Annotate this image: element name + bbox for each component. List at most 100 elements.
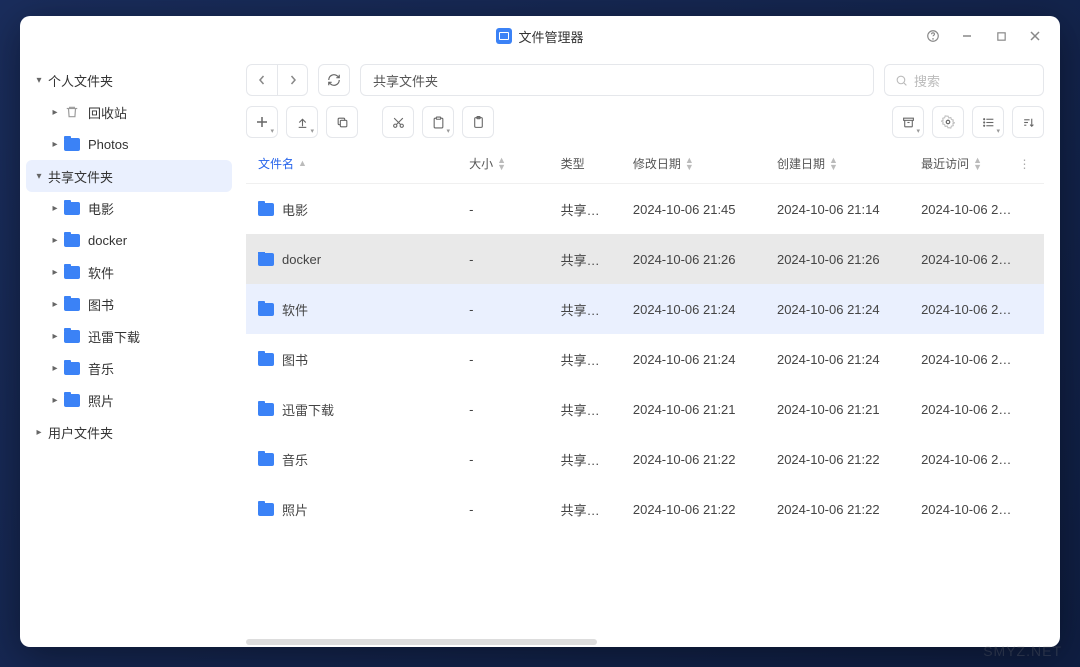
col-header-created[interactable]: 创建日期 ▲▼ — [765, 155, 909, 172]
chevron-right-icon: ▸ — [48, 139, 62, 150]
file-name: 软件 — [282, 300, 308, 319]
archive-button[interactable] — [892, 106, 924, 138]
file-created: 2024-10-06 21:22 — [765, 502, 909, 517]
sidebar-item[interactable]: ▸迅雷下载 — [26, 320, 232, 352]
sort-icon: ▲▼ — [685, 157, 694, 171]
help-button[interactable] — [918, 21, 948, 51]
refresh-button[interactable] — [318, 64, 350, 96]
sort-icon: ▲▼ — [973, 157, 982, 171]
back-button[interactable] — [247, 65, 277, 95]
sidebar-item-label: 电影 — [88, 199, 114, 218]
minimize-button[interactable] — [952, 21, 982, 51]
file-modified: 2024-10-06 21:24 — [621, 352, 765, 367]
clipboard-button[interactable] — [462, 106, 494, 138]
sort-button[interactable] — [1012, 106, 1044, 138]
nav-buttons — [246, 64, 308, 96]
copy-button[interactable] — [326, 106, 358, 138]
view-mode-button[interactable] — [972, 106, 1004, 138]
forward-button[interactable] — [277, 65, 307, 95]
file-modified: 2024-10-06 21:21 — [621, 402, 765, 417]
sidebar-item-label: 迅雷下载 — [88, 327, 140, 346]
new-button[interactable] — [246, 106, 278, 138]
file-size: - — [457, 452, 548, 467]
sidebar-item[interactable]: ▸docker — [26, 224, 232, 256]
sidebar-item[interactable]: ▸回收站 — [26, 96, 232, 128]
window-controls — [918, 16, 1050, 56]
file-created: 2024-10-06 21:26 — [765, 252, 909, 267]
file-type: 共享… — [549, 200, 621, 219]
upload-button[interactable] — [286, 106, 318, 138]
folder-icon — [258, 453, 274, 466]
chevron-down-icon: ▾ — [32, 75, 46, 86]
sidebar-item[interactable]: ▸音乐 — [26, 352, 232, 384]
h-scrollbar[interactable] — [246, 639, 1044, 647]
sidebar-root-personal[interactable]: ▾ 个人文件夹 — [26, 64, 232, 96]
sidebar-item[interactable]: ▸照片 — [26, 384, 232, 416]
column-menu-button[interactable]: ⋮ — [1015, 157, 1034, 171]
paste-button[interactable] — [422, 106, 454, 138]
sidebar-item[interactable]: ▸ 软件 — [26, 256, 232, 288]
file-name: 电影 — [282, 200, 308, 219]
file-size: - — [457, 252, 548, 267]
folder-icon — [258, 503, 274, 516]
table-row[interactable]: 照片-共享…2024-10-06 21:222024-10-06 21:2220… — [246, 484, 1044, 534]
sidebar-root-label: 用户文件夹 — [48, 423, 113, 442]
table-row[interactable]: 软件-共享…2024-10-06 21:242024-10-06 21:2420… — [246, 284, 1044, 334]
sidebar-item[interactable]: ▸图书 — [26, 288, 232, 320]
folder-icon — [258, 203, 274, 216]
sidebar-root-label: 共享文件夹 — [48, 167, 113, 186]
file-name: 图书 — [282, 350, 308, 369]
table-row[interactable]: 迅雷下载-共享…2024-10-06 21:212024-10-06 21:21… — [246, 384, 1044, 434]
h-scrollbar-thumb[interactable] — [246, 639, 597, 645]
file-size: - — [457, 352, 548, 367]
file-size: - — [457, 402, 548, 417]
chevron-right-icon: ▸ — [32, 427, 46, 438]
main-panel: 共享文件夹 搜索 — [238, 56, 1060, 647]
table-row[interactable]: 电影-共享…2024-10-06 21:452024-10-06 21:1420… — [246, 184, 1044, 234]
col-header-size[interactable]: 大小 ▲▼ — [457, 155, 548, 172]
col-header-modified[interactable]: 修改日期 ▲▼ — [621, 155, 765, 172]
folder-icon — [258, 303, 274, 316]
cut-button[interactable] — [382, 106, 414, 138]
file-accessed: 2024-10-06 21:24 — [909, 352, 1015, 367]
breadcrumb[interactable]: 共享文件夹 — [360, 64, 874, 96]
close-button[interactable] — [1020, 21, 1050, 51]
file-created: 2024-10-06 21:14 — [765, 202, 909, 217]
file-name: 音乐 — [282, 450, 308, 469]
table-row[interactable]: docker-共享…2024-10-06 21:262024-10-06 21:… — [246, 234, 1044, 284]
file-type: 共享… — [549, 400, 621, 419]
col-header-name[interactable]: 文件名 ▲ — [246, 155, 457, 172]
window-title: 文件管理器 — [518, 27, 583, 46]
chevron-right-icon: ▸ — [48, 235, 62, 246]
chevron-right-icon: ▸ — [48, 203, 62, 214]
sidebar-root-shared[interactable]: ▾ 共享文件夹 — [26, 160, 232, 192]
file-created: 2024-10-06 21:24 — [765, 302, 909, 317]
body: ▾ 个人文件夹 ▸回收站▸Photos ▾ 共享文件夹 ▸电影▸docker▸软… — [20, 56, 1060, 647]
toolbar-nav: 共享文件夹 搜索 — [246, 62, 1044, 98]
chevron-right-icon: ▸ — [48, 363, 62, 374]
sidebar-item-label: 软件 — [88, 263, 114, 282]
sidebar: ▾ 个人文件夹 ▸回收站▸Photos ▾ 共享文件夹 ▸电影▸docker▸软… — [20, 56, 238, 647]
table-row[interactable]: 音乐-共享…2024-10-06 21:222024-10-06 21:2220… — [246, 434, 1044, 484]
maximize-button[interactable] — [986, 21, 1016, 51]
sort-asc-icon: ▲ — [298, 160, 307, 167]
file-modified: 2024-10-06 21:24 — [621, 302, 765, 317]
file-modified: 2024-10-06 21:22 — [621, 452, 765, 467]
sidebar-item-label: Photos — [88, 137, 128, 152]
col-header-accessed[interactable]: 最近访问 ▲▼ — [909, 155, 1015, 172]
app-icon — [496, 28, 512, 44]
table-row[interactable]: 图书-共享…2024-10-06 21:242024-10-06 21:2420… — [246, 334, 1044, 384]
folder-icon — [64, 394, 80, 407]
folder-icon — [64, 362, 80, 375]
search-input[interactable]: 搜索 — [884, 64, 1044, 96]
settings-button[interactable] — [932, 106, 964, 138]
sidebar-item[interactable]: ▸ 电影 — [26, 192, 232, 224]
sidebar-item[interactable]: ▸ Photos — [26, 128, 232, 160]
folder-icon — [258, 253, 274, 266]
chevron-right-icon: ▸ — [48, 267, 62, 278]
folder-icon — [258, 353, 274, 366]
folder-icon — [64, 330, 80, 343]
file-accessed: 2024-10-06 21:26 — [909, 252, 1015, 267]
col-header-type[interactable]: 类型 — [549, 155, 621, 172]
sidebar-root-user[interactable]: ▸ 用户文件夹 — [26, 416, 232, 448]
